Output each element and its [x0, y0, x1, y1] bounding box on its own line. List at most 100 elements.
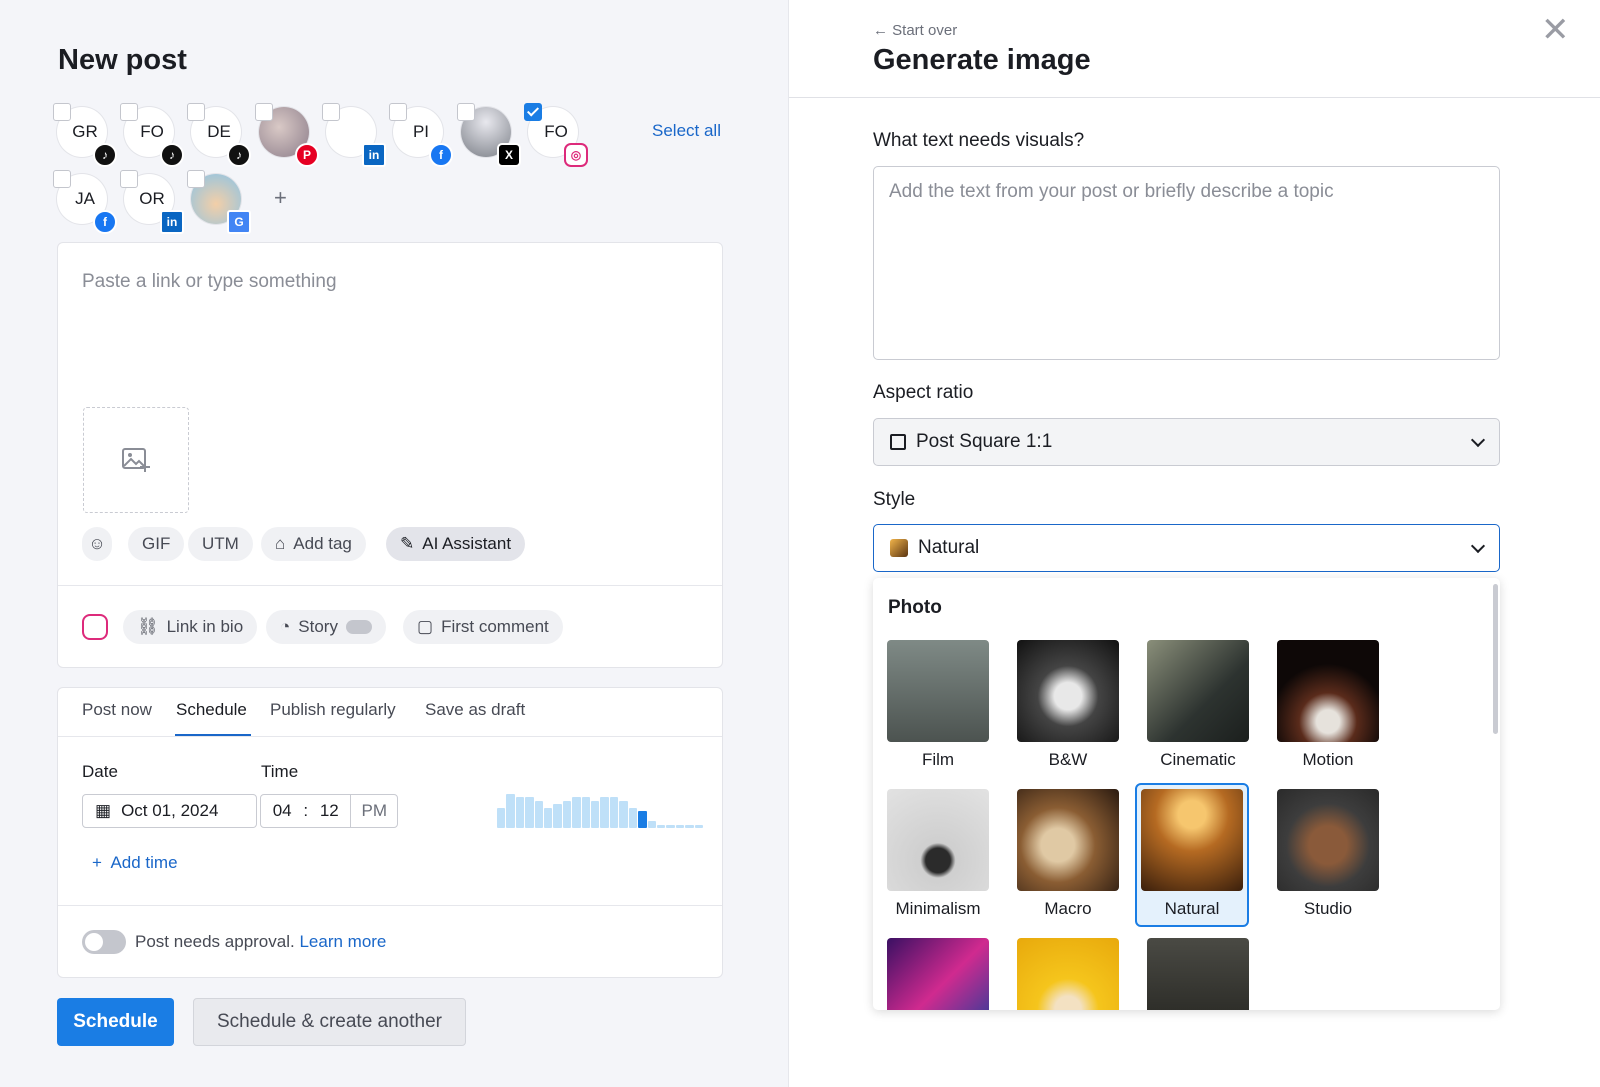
activity-bar — [591, 800, 600, 828]
tiktok-icon: ♪ — [93, 143, 117, 167]
aspect-ratio-label: Aspect ratio — [873, 382, 974, 403]
tab-publish-regularly[interactable]: Publish regularly — [270, 700, 396, 720]
account-checkbox[interactable] — [120, 170, 138, 188]
account-checkbox[interactable] — [187, 103, 205, 121]
tab-save-as-draft[interactable]: Save as draft — [425, 700, 525, 720]
account-linkedin[interactable]: in — [322, 103, 386, 167]
start-over-link[interactable]: ← Start over — [873, 22, 957, 39]
style-option-neon[interactable] — [881, 938, 995, 1010]
style-option-moody[interactable] — [1141, 938, 1255, 1010]
account-tiktok-de[interactable]: DE ♪ — [187, 103, 251, 167]
activity-bar — [525, 797, 534, 828]
facebook-icon: f — [93, 210, 117, 234]
account-checkbox[interactable] — [53, 103, 71, 121]
account-linkedin-or[interactable]: OR in — [120, 170, 184, 234]
style-option-vibrant[interactable] — [1011, 938, 1125, 1010]
account-google-business[interactable]: G — [187, 170, 251, 234]
divider — [58, 736, 722, 737]
activity-bar — [534, 800, 544, 828]
date-label: Date — [82, 762, 118, 781]
add-account-button[interactable]: + — [274, 185, 287, 211]
instagram-icon: ◎ — [564, 143, 588, 167]
visual-text-input[interactable]: Add the text from your post or briefly d… — [873, 166, 1500, 360]
account-facebook-pi[interactable]: PI f — [389, 103, 453, 167]
style-thumbnail — [1017, 789, 1119, 891]
time-label: Time — [261, 762, 299, 781]
style-thumbnail — [1147, 640, 1249, 742]
activity-bar — [572, 797, 581, 828]
account-checkbox[interactable] — [120, 103, 138, 121]
close-icon[interactable]: ✕ — [1541, 10, 1570, 50]
chevron-down-icon — [1470, 432, 1486, 448]
approval-toggle[interactable] — [82, 930, 126, 954]
style-option-film[interactable]: Film — [881, 640, 995, 770]
tab-schedule[interactable]: Schedule — [176, 700, 247, 720]
account-tiktok-gr[interactable]: GR ♪ — [53, 103, 117, 167]
divider — [58, 585, 722, 586]
ai-assistant-button[interactable]: ✎ AI Assistant — [386, 527, 526, 561]
style-select[interactable]: Natural — [873, 524, 1500, 572]
utm-button[interactable]: UTM — [188, 527, 253, 561]
schedule-card: Post now Schedule Publish regularly Save… — [57, 687, 723, 978]
account-checkbox[interactable] — [457, 103, 475, 121]
plus-icon: + — [92, 853, 102, 872]
ampm-select[interactable]: PM — [350, 795, 397, 827]
scrollbar[interactable] — [1493, 584, 1498, 734]
story-toggle[interactable]: ◔ Story — [266, 610, 386, 644]
hour-input[interactable]: 04 — [261, 801, 303, 821]
style-option-minimalism[interactable]: Minimalism — [881, 789, 995, 919]
account-checkbox[interactable] — [255, 103, 273, 121]
style-option-macro[interactable]: Macro — [1011, 789, 1125, 919]
chevron-down-icon — [1470, 538, 1486, 554]
first-comment-button[interactable]: ▢ First comment — [403, 610, 563, 644]
schedule-create-another-button[interactable]: Schedule & create another — [193, 998, 466, 1046]
page-title: New post — [58, 44, 187, 76]
style-dropdown: Photo Film B&W Cinematic Motion Minimali… — [873, 578, 1500, 1010]
account-instagram-fo[interactable]: FO ◎ — [524, 103, 588, 167]
activity-bar — [619, 800, 628, 828]
add-media-dropzone[interactable] — [83, 407, 189, 513]
link-in-bio-button[interactable]: ⛓ Link in bio — [123, 610, 258, 644]
account-x[interactable]: X — [457, 103, 521, 167]
style-option-motion[interactable]: Motion — [1271, 640, 1385, 770]
post-text-input[interactable]: Paste a link or type something — [82, 271, 337, 293]
time-picker[interactable]: 04 : 12 PM — [260, 794, 398, 828]
panel-title: Generate image — [873, 44, 1091, 76]
story-switch[interactable] — [345, 620, 372, 634]
activity-bar — [544, 807, 553, 828]
linkedin-icon: in — [160, 210, 184, 234]
style-option-cinematic[interactable]: Cinematic — [1141, 640, 1255, 770]
emoji-button[interactable]: ☺ — [82, 527, 112, 561]
minute-input[interactable]: 12 — [308, 801, 350, 821]
add-time-button[interactable]: + Add time — [92, 853, 178, 873]
account-checkbox[interactable] — [322, 103, 340, 121]
add-tag-button[interactable]: ⌂ Add tag — [261, 527, 366, 561]
style-option-studio[interactable]: Studio — [1271, 789, 1385, 919]
learn-more-link[interactable]: Learn more — [299, 932, 386, 951]
account-pinterest[interactable]: P — [255, 103, 319, 167]
style-option-bw[interactable]: B&W — [1011, 640, 1125, 770]
account-checkbox[interactable] — [53, 170, 71, 188]
account-checkbox[interactable] — [187, 170, 205, 188]
account-tiktok-fo[interactable]: FO ♪ — [120, 103, 184, 167]
activity-chart — [497, 794, 703, 828]
style-thumbnail — [1277, 789, 1379, 891]
divider — [58, 905, 722, 906]
style-thumbnail — [1147, 938, 1249, 1010]
schedule-button[interactable]: Schedule — [57, 998, 174, 1046]
select-all-link[interactable]: Select all — [652, 121, 721, 141]
style-thumbnail — [1141, 789, 1243, 891]
date-picker[interactable]: ▦ Oct 01, 2024 — [82, 794, 257, 828]
activity-bar — [666, 824, 675, 828]
account-checkbox[interactable] — [389, 103, 407, 121]
smile-icon: ☺ — [88, 534, 106, 553]
aspect-ratio-select[interactable]: Post Square 1:1 — [873, 418, 1500, 466]
activity-bar — [553, 804, 562, 828]
style-option-natural[interactable]: Natural — [1135, 783, 1249, 927]
account-facebook-ja[interactable]: JA f — [53, 170, 117, 234]
activity-bar — [675, 824, 685, 828]
account-checkbox-checked[interactable] — [524, 103, 542, 121]
activity-bar — [600, 797, 609, 828]
gif-button[interactable]: GIF — [128, 527, 185, 561]
tab-post-now[interactable]: Post now — [82, 700, 152, 720]
